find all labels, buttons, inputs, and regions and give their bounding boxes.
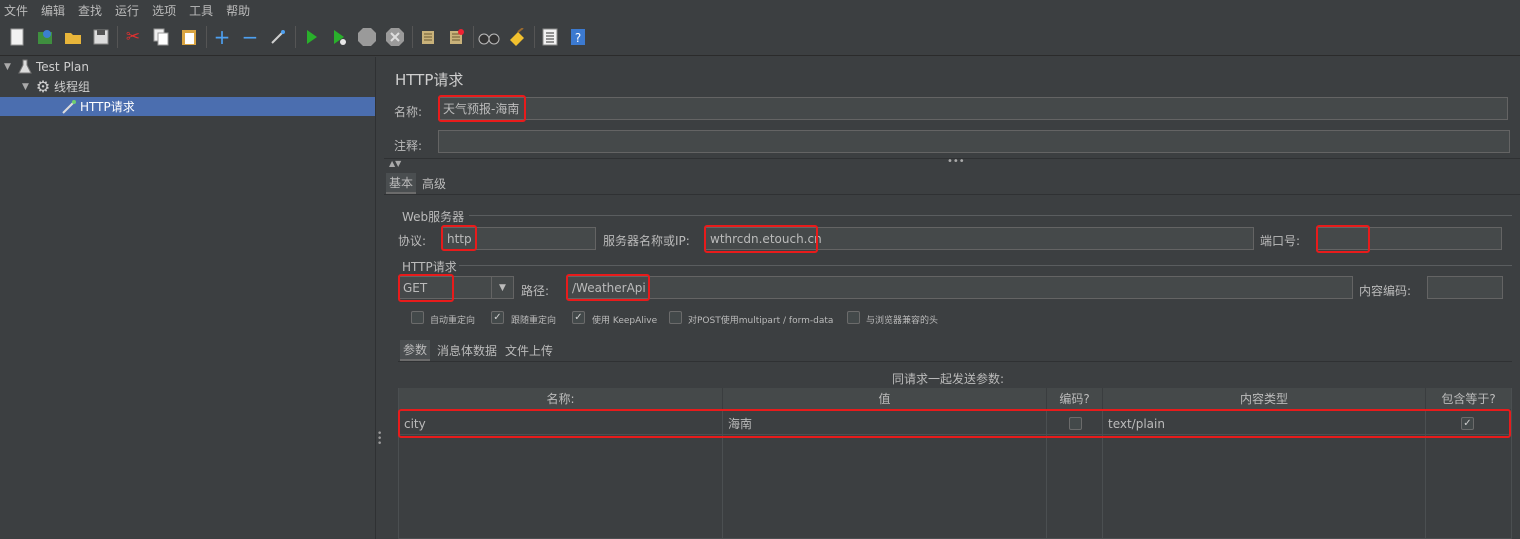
sub-tab-bar [398,340,1512,362]
panel-splitter-grip-icon[interactable]: • • • [377,430,383,449]
toggle-icon[interactable] [267,26,289,48]
reset-search-icon[interactable] [506,26,528,48]
tree-item-label: 线程组 [54,80,91,94]
param-value-cell[interactable]: 海南 [724,412,1044,435]
menu-run[interactable]: 运行 [115,2,139,19]
column-header-include-equals[interactable]: 包含等于? [1426,388,1511,409]
method-value: GET [403,280,428,295]
param-content-type-cell[interactable]: text/plain [1104,412,1422,435]
param-encode-checkbox[interactable] [1069,417,1082,430]
tab-parameters[interactable]: 参数 [400,340,431,361]
start-no-pause-icon[interactable] [328,26,350,48]
tree-item-http-request[interactable]: HTTP请求 [0,97,375,116]
tree-item-test-plan[interactable]: ▼ Test Plan [4,57,89,76]
tree-item-thread-group[interactable]: ▼ ⚙ 线程组 [22,77,90,96]
templates-icon[interactable] [34,26,56,48]
path-label: 路径: [521,284,550,298]
help-icon[interactable]: ? [567,26,589,48]
name-label: 名称: [394,105,423,119]
pipette-icon [60,99,78,115]
comment-field[interactable] [438,130,1510,153]
port-field[interactable] [1316,227,1502,250]
server-label: 服务器名称或IP: [603,234,690,248]
cut-icon[interactable]: ✂ [122,26,144,48]
group-divider [459,265,1512,266]
follow-redirects-checkbox[interactable]: ✓ [491,311,504,324]
tree-item-label: Test Plan [36,59,89,74]
svg-text:?: ? [575,31,581,45]
toolbar: ✂ + − ? [0,20,1520,56]
flask-icon [16,59,34,75]
expand-icon[interactable]: + [211,26,233,48]
splitter-arrows-icon[interactable]: ▲▼ [389,159,401,168]
panel-title: HTTP请求 [395,71,464,89]
browser-headers-label: 与浏览器兼容的头 [866,316,939,326]
tab-basic[interactable]: 基本 [386,173,417,194]
search-icon[interactable] [478,26,500,48]
port-label: 端口号: [1260,234,1301,248]
protocol-field[interactable]: http [442,227,596,250]
copy-icon[interactable] [150,26,172,48]
menu-file[interactable]: 文件 [4,2,28,19]
chevron-down-icon[interactable]: ▼ [22,82,34,92]
redirect-auto-label: 自动重定向 [430,316,476,326]
start-icon[interactable] [300,26,322,48]
chevron-down-icon[interactable]: ▼ [491,277,513,298]
browser-headers-checkbox[interactable] [847,311,860,324]
stop-icon[interactable] [356,26,378,48]
web-server-group-title: Web服务器 [402,210,465,224]
tab-bar [384,173,1520,195]
http-request-group-title: HTTP请求 [402,260,457,274]
protocol-label: 协议: [398,234,427,248]
redirect-auto-checkbox[interactable] [411,311,424,324]
encoding-label: 内容编码: [1359,284,1412,298]
column-header-content-type[interactable]: 内容类型 [1103,388,1426,409]
keepalive-checkbox[interactable]: ✓ [572,311,585,324]
clear-icon[interactable] [417,26,439,48]
comment-label: 注释: [394,139,423,153]
new-icon[interactable] [6,26,28,48]
http-request-panel: HTTP请求 名称: 天气预报-海南 注释: ▲▼ ••• 基本 高级 Web服… [384,57,1520,539]
param-name-cell[interactable]: city [400,412,720,435]
shutdown-icon[interactable] [384,26,406,48]
method-select[interactable]: GET ▼ [398,276,514,299]
menu-search[interactable]: 查找 [78,2,102,19]
tab-advanced[interactable]: 高级 [419,173,449,194]
collapse-icon[interactable]: − [239,26,261,48]
menu-tools[interactable]: 工具 [189,2,213,19]
multipart-checkbox[interactable] [669,311,682,324]
clear-all-icon[interactable] [445,26,467,48]
open-icon[interactable] [62,26,84,48]
splitter-grip-icon[interactable]: ••• [947,156,965,167]
column-header-value[interactable]: 值 [723,388,1047,409]
menu-options[interactable]: 选项 [152,2,176,19]
menu-help[interactable]: 帮助 [226,2,250,19]
follow-redirects-label: 跟随重定向 [511,316,557,326]
params-table [398,388,1512,539]
column-header-name[interactable]: 名称: [399,388,723,409]
menu-edit[interactable]: 编辑 [41,2,65,19]
chevron-down-icon[interactable]: ▼ [4,62,16,72]
server-field[interactable]: wthrcdn.etouch.cn [705,227,1254,250]
name-field[interactable]: 天气预报-海南 [438,97,1508,120]
tab-body-data[interactable]: 消息体数据 [434,340,500,361]
function-helper-icon[interactable] [539,26,561,48]
gear-icon: ⚙ [35,77,51,96]
path-field[interactable]: /WeatherApi [567,276,1353,299]
splitter[interactable]: ▲▼ ••• [384,156,1520,168]
params-title: 同请求一起发送参数: [892,372,1005,386]
multipart-label: 对POST使用multipart / form-data [688,316,834,326]
save-icon[interactable] [90,26,112,48]
tree-item-label: HTTP请求 [80,100,135,114]
keepalive-label: 使用 KeepAlive [592,316,658,326]
column-header-encode[interactable]: 编码? [1047,388,1103,409]
param-include-equals-checkbox[interactable]: ✓ [1461,417,1474,430]
tab-files-upload[interactable]: 文件上传 [502,340,556,361]
encoding-field[interactable] [1427,276,1503,299]
menu-bar: 文件 编辑 查找 运行 选项 工具 帮助 [0,0,1520,20]
test-plan-tree: ▼ Test Plan ▼ ⚙ 线程组 HTTP请求 [0,57,376,539]
group-divider [469,215,1512,216]
paste-icon[interactable] [178,26,200,48]
